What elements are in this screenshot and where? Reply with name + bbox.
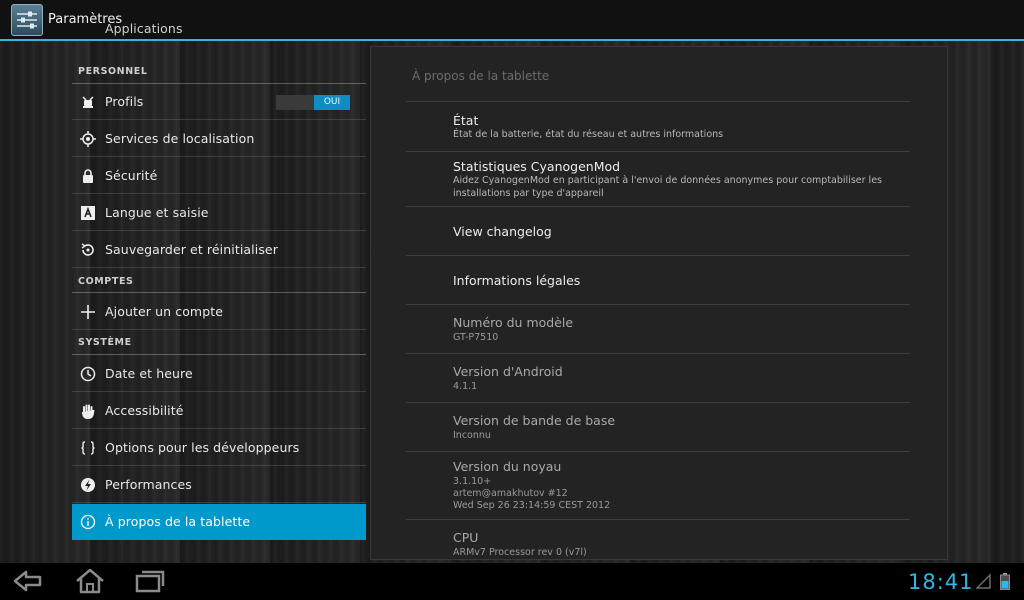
pref-changelog[interactable]: View changelog bbox=[406, 206, 910, 255]
pref-title: Numéro du modèle bbox=[453, 315, 574, 330]
panel-title: À propos de la tablette bbox=[412, 69, 550, 83]
header-item-backup[interactable]: Sauvegarder et réinitialiser bbox=[72, 232, 366, 268]
pref-summary: GT-P7510 bbox=[453, 332, 499, 343]
pref-summary: 3.1.10+ bbox=[453, 476, 492, 487]
header-item-language[interactable]: Langue et saisie bbox=[72, 195, 366, 231]
pref-title: Informations légales bbox=[453, 273, 581, 288]
header-item-label: Sauvegarder et réinitialiser bbox=[105, 242, 278, 257]
pref-summary: 4.1.1 bbox=[453, 381, 478, 392]
header-item-label: Ajouter un compte bbox=[105, 304, 224, 319]
pref-android-version[interactable]: Version d'Android 4.1.1 bbox=[406, 353, 910, 402]
header-item-label: Sécurité bbox=[105, 168, 158, 183]
lock-icon bbox=[83, 169, 93, 183]
pref-summary: Aidez CyanogenMod en participant à l'env… bbox=[453, 175, 882, 186]
pref-baseband-version: Version de bande de base Inconnu bbox=[406, 402, 910, 451]
profiles-toggle[interactable]: OUI bbox=[276, 95, 350, 110]
system-nav-bar: 18:41 bbox=[0, 563, 1024, 600]
pref-title: View changelog bbox=[453, 224, 552, 239]
pref-cpu: CPU ARMv7 Processor rev 0 (v7l) bbox=[406, 519, 910, 559]
braces-icon bbox=[81, 441, 95, 455]
pref-summary: ARMv7 Processor rev 0 (v7l) bbox=[453, 547, 587, 558]
hand-icon bbox=[82, 404, 95, 419]
header-item-accessibility[interactable]: Accessibilité bbox=[72, 393, 366, 429]
status-clock[interactable]: 18:41 bbox=[908, 570, 974, 594]
signal-icon bbox=[976, 573, 991, 589]
pref-cm-stats[interactable]: Statistiques CyanogenMod Aidez CyanogenM… bbox=[406, 151, 910, 206]
section-system: SYSTÈME bbox=[78, 337, 132, 348]
about-tablet-panel: À propos de la tablette État État de la … bbox=[370, 46, 948, 560]
battery-icon bbox=[1000, 573, 1010, 590]
header-item-label: Options pour les développeurs bbox=[105, 440, 300, 455]
pref-title: Statistiques CyanogenMod bbox=[453, 159, 621, 174]
toggle-on-label: OUI bbox=[314, 95, 350, 110]
pref-summary: artem@amakhutov #12 bbox=[453, 488, 568, 499]
header-item-applications[interactable]: Applications bbox=[72, 23, 366, 49]
header-item-profiles[interactable]: Profils OUI bbox=[72, 84, 366, 120]
header-item-label: Accessibilité bbox=[105, 403, 184, 418]
header-item-label: À propos de la tablette bbox=[105, 514, 251, 529]
header-item-label: Services de localisation bbox=[105, 131, 255, 146]
pref-kernel-version: Version du noyau 3.1.10+ artem@amakhutov… bbox=[406, 451, 910, 519]
pref-summary: installations par type d'appareil bbox=[453, 188, 604, 199]
performance-icon bbox=[81, 478, 95, 492]
header-item-label: Langue et saisie bbox=[105, 205, 209, 220]
pref-title: État bbox=[453, 113, 479, 128]
pref-summary: Inconnu bbox=[453, 430, 491, 441]
pref-title: Version d'Android bbox=[453, 364, 563, 379]
pref-legal[interactable]: Informations légales bbox=[406, 255, 910, 304]
language-keyboard-icon bbox=[81, 206, 95, 220]
header-item-location[interactable]: Services de localisation bbox=[72, 121, 366, 157]
pref-status[interactable]: État État de la batterie, état du réseau… bbox=[406, 101, 910, 151]
header-item-label: Date et heure bbox=[105, 366, 193, 381]
backup-restore-icon bbox=[81, 243, 94, 256]
pref-title: Version de bande de base bbox=[453, 413, 616, 428]
header-item-add-account[interactable]: Ajouter un compte bbox=[72, 294, 366, 330]
header-item-label: Performances bbox=[105, 477, 192, 492]
header-item-label: Profils bbox=[105, 94, 144, 109]
section-personal: PERSONNEL bbox=[78, 66, 148, 77]
pref-title: CPU bbox=[453, 530, 479, 545]
plus-icon bbox=[81, 305, 95, 319]
pref-model-number: Numéro du modèle GT-P7510 bbox=[406, 304, 910, 353]
recent-apps-icon[interactable] bbox=[134, 567, 166, 595]
header-item-date-time[interactable]: Date et heure bbox=[72, 356, 366, 392]
pref-title: Version du noyau bbox=[453, 459, 562, 474]
profiles-icon bbox=[82, 96, 94, 108]
section-divider bbox=[72, 354, 366, 355]
pref-summary: Wed Sep 26 23:14:59 CEST 2012 bbox=[453, 500, 611, 511]
section-divider bbox=[72, 292, 366, 293]
settings-header-list: Applications PERSONNEL Profils OUI Servi… bbox=[72, 23, 366, 541]
info-icon bbox=[80, 514, 96, 530]
section-accounts: COMPTES bbox=[78, 276, 134, 287]
header-item-security[interactable]: Sécurité bbox=[72, 158, 366, 194]
location-icon bbox=[80, 131, 96, 147]
pref-summary: État de la batterie, état du réseau et a… bbox=[453, 129, 724, 140]
header-item-developer[interactable]: Options pour les développeurs bbox=[72, 430, 366, 466]
back-icon[interactable] bbox=[12, 567, 44, 595]
settings-icon[interactable] bbox=[11, 4, 43, 36]
header-item-performance[interactable]: Performances bbox=[72, 467, 366, 503]
header-item-about[interactable]: À propos de la tablette bbox=[72, 504, 366, 540]
home-icon[interactable] bbox=[74, 567, 106, 595]
clock-icon bbox=[80, 366, 96, 382]
